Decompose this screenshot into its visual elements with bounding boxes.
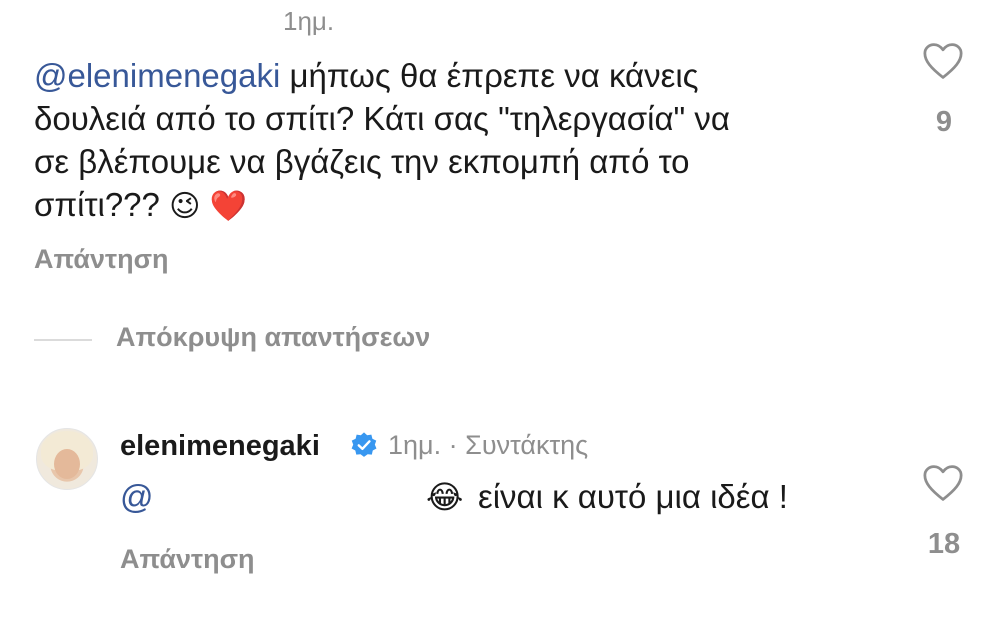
avatar-face [54, 449, 80, 479]
comment-text-line-4: σπίτι??? [34, 186, 160, 223]
divider-line [34, 339, 92, 341]
red-heart-emoji-icon: ❤️ [209, 189, 247, 224]
heart-outline-icon [923, 465, 963, 501]
comment-timestamp: 1ημ. [283, 6, 335, 36]
like-button[interactable] [922, 464, 964, 507]
reply-timestamp: 1ημ. [388, 430, 442, 460]
author-badge: Συντάκτης [465, 430, 589, 460]
reply-mention-link[interactable]: @ [120, 478, 154, 516]
like-count: 9 [935, 106, 953, 138]
wink-emoji-icon: 😉 [169, 189, 201, 224]
comment-text: @elenimenegaki μήπως θα έπρεπε να κάνεις… [34, 54, 894, 228]
comment-text-line-3: σε βλέπουμε να βγάζεις την εκπομπή από τ… [34, 143, 690, 180]
meta-separator: · [448, 430, 458, 460]
username-link[interactable]: elenimenegaki [120, 430, 320, 463]
mention-link[interactable]: @elenimenegaki [34, 57, 280, 94]
reply-meta: 1ημ. · Συντάκτης [388, 430, 588, 461]
tears-of-joy-emoji-icon: 😂 [426, 478, 464, 516]
comment-text-line-1: μήπως θα έπρεπε να κάνεις [280, 57, 699, 94]
reply-button[interactable]: Απάντηση [120, 544, 255, 575]
reply-text: είναι κ αυτό μια ιδέα ! [478, 478, 788, 515]
heart-outline-icon [923, 43, 963, 79]
verified-badge-icon [351, 432, 377, 457]
hide-replies-button[interactable]: Απόκρυψη απαντήσεων [116, 322, 430, 353]
avatar[interactable] [36, 428, 98, 490]
like-count: 18 [927, 528, 961, 560]
comment-text-line-2: δουλειά από το σπίτι? Κάτι σας "τηλεργασ… [34, 100, 731, 137]
like-button[interactable] [922, 42, 964, 85]
reply-button[interactable]: Απάντηση [34, 244, 169, 275]
